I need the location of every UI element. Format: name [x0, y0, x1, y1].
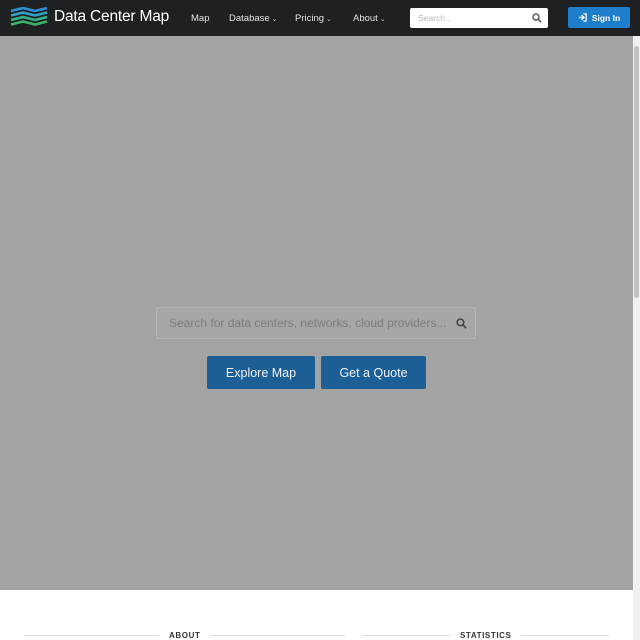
sign-in-button[interactable]: Sign In [568, 7, 630, 28]
header-search [410, 8, 548, 28]
brand-logo[interactable]: Data Center Map [9, 7, 169, 27]
divider [210, 634, 346, 636]
statistics-heading: STATISTICS [460, 630, 512, 640]
page-scrollbar[interactable] [633, 36, 640, 640]
nav-about-label: About [353, 13, 378, 24]
scrollbar-thumb[interactable] [634, 46, 639, 298]
nav-map[interactable]: Map [191, 13, 209, 24]
divider [521, 634, 610, 636]
nav-pricing-label: Pricing [295, 13, 325, 24]
divider [24, 634, 159, 636]
header-search-input[interactable] [418, 9, 530, 27]
nav-database-label: Database [229, 13, 270, 24]
sign-in-icon [578, 13, 587, 22]
top-navbar: Data Center Map Map Database ⌄ Pricing ⌄… [0, 0, 640, 36]
search-icon[interactable] [456, 318, 467, 329]
hero-search [156, 307, 476, 339]
nav-database[interactable]: Database ⌄ [229, 13, 278, 24]
nav-map-label: Map [191, 13, 210, 24]
nav-pricing[interactable]: Pricing ⌄ [295, 13, 332, 24]
layers-logo-icon [10, 7, 48, 26]
footer-section: ABOUT STATISTICS [0, 590, 633, 640]
sign-in-label: Sign In [591, 12, 621, 23]
get-quote-button[interactable]: Get a Quote [321, 356, 426, 389]
hero-search-input[interactable] [169, 309, 451, 337]
brand-name: Data Center Map [54, 8, 170, 25]
about-heading-row: ABOUT [24, 629, 346, 640]
hero-overlay: Explore Map Get a Quote [0, 36, 633, 590]
explore-map-button[interactable]: Explore Map [207, 356, 315, 389]
search-icon[interactable] [532, 13, 542, 23]
statistics-heading-row: STATISTICS [362, 629, 610, 640]
chevron-down-icon: ⌄ [271, 15, 278, 23]
nav-about[interactable]: About ⌄ [353, 13, 386, 24]
about-heading: ABOUT [169, 630, 201, 640]
chevron-down-icon: ⌄ [379, 15, 386, 23]
chevron-down-icon: ⌄ [326, 15, 332, 23]
divider [362, 634, 450, 636]
